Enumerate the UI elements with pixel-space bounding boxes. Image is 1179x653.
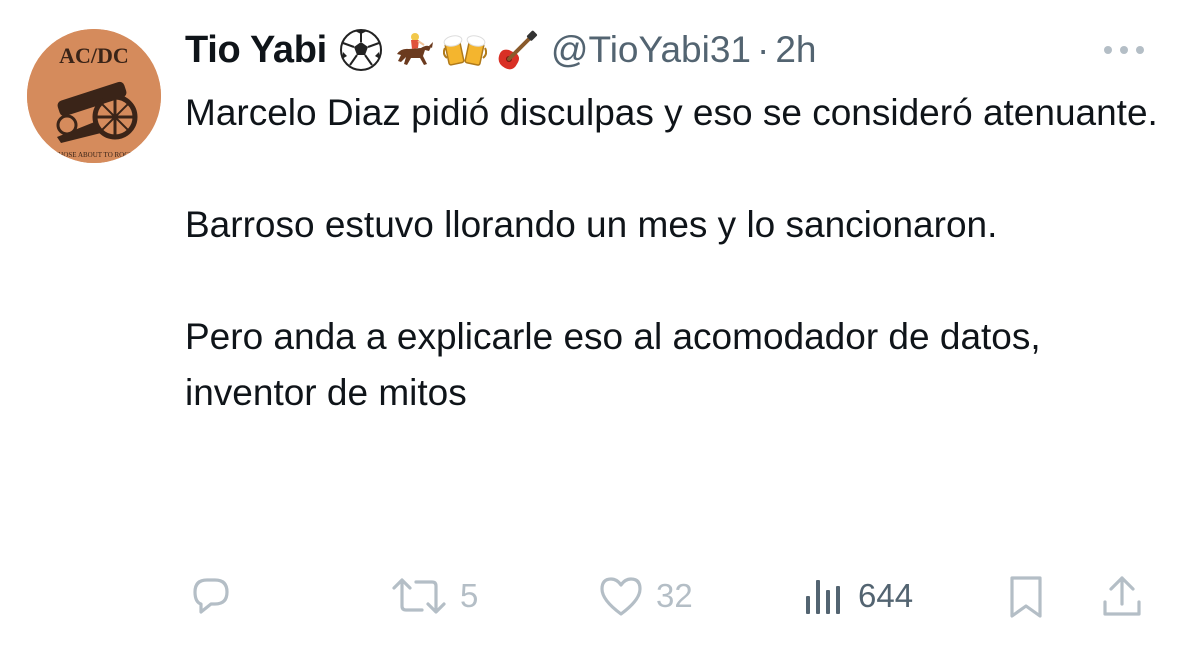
views-button[interactable]: 644 [802, 568, 913, 624]
reply-button[interactable] [187, 568, 235, 624]
tweet-text: Marcelo Diaz pidió disculpas y eso se co… [185, 85, 1160, 421]
tweet-paragraph: Barroso estuvo llorando un mes y lo sanc… [185, 204, 998, 245]
tweet-card[interactable]: AC/DC THOSE ABOUT TO ROCK Tio Yabi @TioY… [0, 0, 1179, 653]
beer-mugs-icon [442, 35, 487, 66]
tweet-header: Tio Yabi @TioYabi31 · 2h [185, 22, 816, 78]
heart-icon [600, 577, 642, 616]
retweet-button[interactable]: 5 [388, 568, 478, 624]
like-count: 32 [656, 577, 693, 614]
timestamp[interactable]: 2h [775, 29, 816, 71]
acdc-cannon-avatar-icon: AC/DC THOSE ABOUT TO ROCK [27, 29, 161, 163]
like-button[interactable]: 32 [596, 568, 693, 624]
horse-racing-icon [396, 33, 433, 65]
more-options-icon[interactable] [1101, 40, 1147, 60]
svg-text:AC/DC: AC/DC [59, 43, 129, 68]
separator-dot: · [756, 29, 770, 70]
user-handle[interactable]: @TioYabi31 [551, 29, 751, 71]
bookmark-button[interactable] [1006, 568, 1046, 624]
retweet-icon [392, 578, 446, 614]
bookmark-icon [1010, 576, 1042, 618]
soccer-ball-icon [339, 29, 382, 71]
views-count: 644 [858, 577, 914, 614]
avatar[interactable]: AC/DC THOSE ABOUT TO ROCK [27, 29, 161, 163]
name-emojis [339, 28, 539, 72]
action-bar: 5 32 644 [0, 568, 1179, 624]
views-bar-chart-icon [806, 580, 840, 614]
share-icon [1103, 576, 1141, 616]
retweet-count: 5 [460, 577, 479, 614]
share-button[interactable] [1099, 568, 1145, 624]
tweet-paragraph: Marcelo Diaz pidió disculpas y eso se co… [185, 92, 1158, 133]
tweet-paragraph: Pero anda a explicarle eso al acomodador… [185, 316, 1041, 413]
reply-icon [193, 578, 229, 614]
guitar-icon [498, 30, 537, 70]
display-name[interactable]: Tio Yabi [185, 29, 327, 72]
svg-text:THOSE ABOUT TO ROCK: THOSE ABOUT TO ROCK [54, 151, 134, 159]
